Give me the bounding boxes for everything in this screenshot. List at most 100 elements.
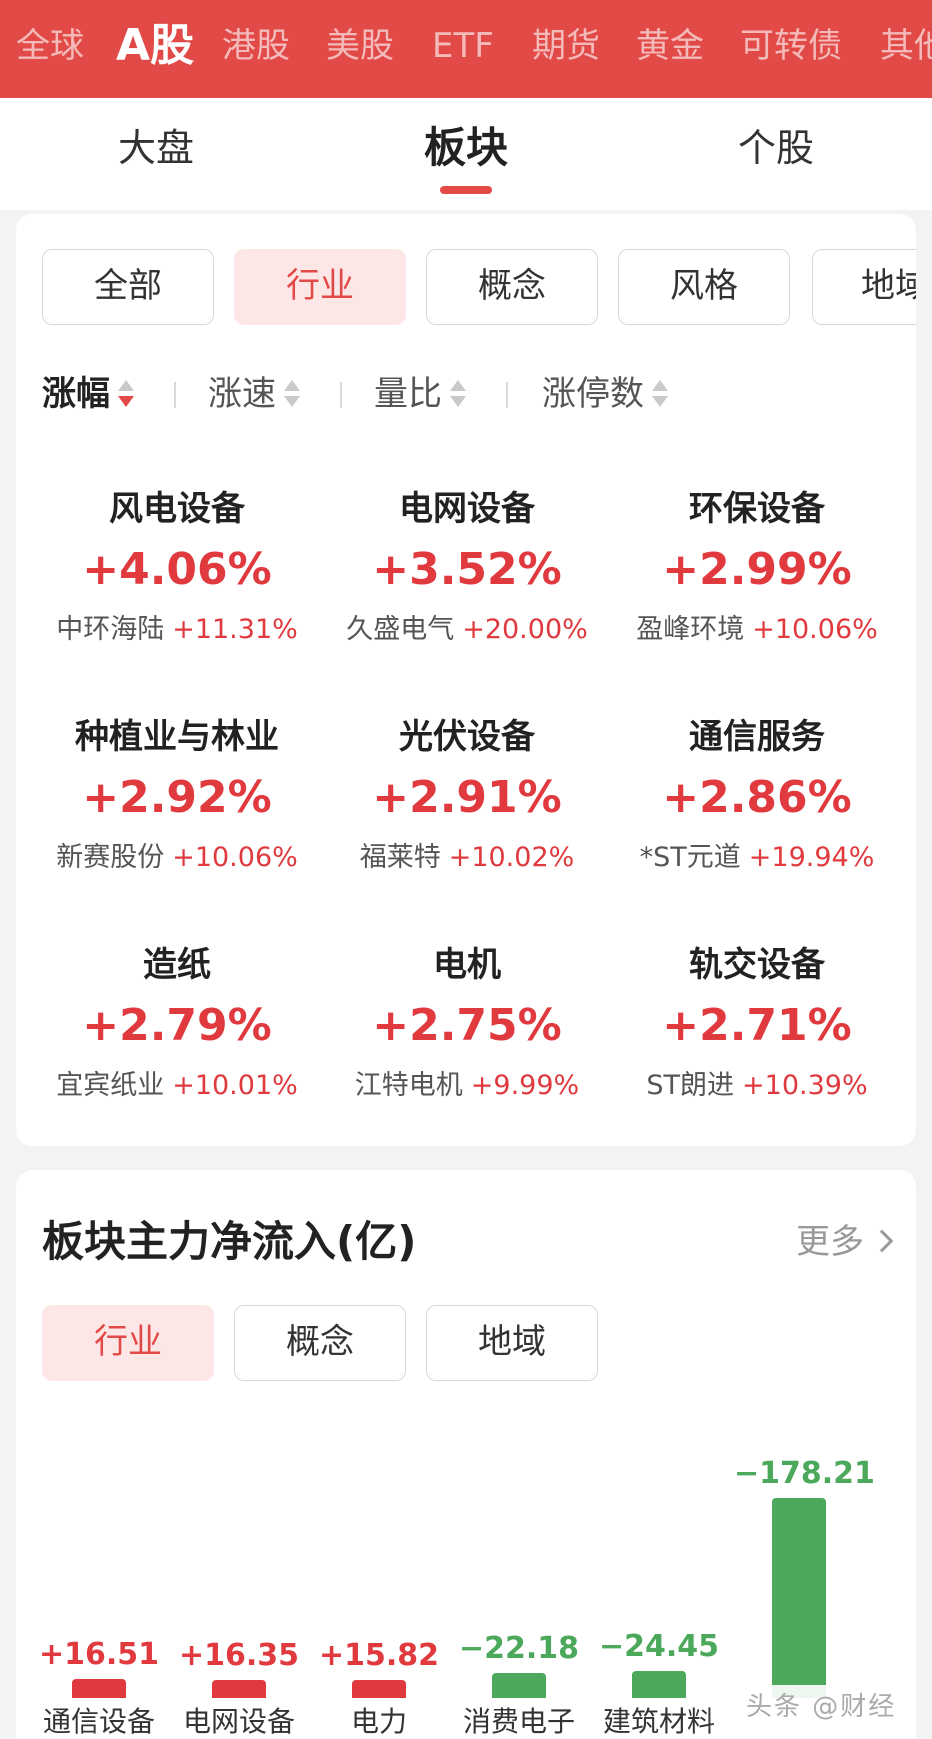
leader-change: +10.06% bbox=[752, 614, 878, 645]
tab-us-shares[interactable]: 美股 bbox=[326, 22, 394, 70]
tab-other[interactable]: 其他 bbox=[880, 22, 932, 70]
leader-name: 新赛股份 bbox=[56, 842, 165, 873]
flow-bar-label: 电网设备 bbox=[182, 1705, 295, 1738]
sector-change: +2.91% bbox=[372, 772, 562, 823]
tab-convertible-bonds[interactable]: 可转债 bbox=[740, 22, 842, 70]
sector-leader: 盈峰环境 +10.06% bbox=[612, 610, 902, 650]
sort-label: 涨幅 bbox=[42, 374, 110, 414]
flow-bar-label: 消费电子 bbox=[462, 1705, 575, 1738]
flow-bar bbox=[772, 1498, 826, 1698]
leader-name: 江特电机 bbox=[354, 1070, 463, 1101]
sort-label: 涨速 bbox=[208, 374, 276, 414]
sector-tile[interactable]: 环保设备 +2.99% 盈峰环境 +10.06% bbox=[612, 486, 902, 650]
sector-tile[interactable]: 种植业与林业 +2.92% 新赛股份 +10.06% bbox=[32, 714, 322, 878]
flow-bar-column[interactable]: +16.35 电网设备 bbox=[174, 1400, 304, 1739]
leader-name: 盈峰环境 bbox=[636, 614, 745, 645]
sector-leader: 新赛股份 +10.06% bbox=[32, 838, 322, 878]
flow-bar-column[interactable]: +15.82 电力 bbox=[314, 1400, 444, 1739]
tab-sectors[interactable]: 板块 bbox=[366, 122, 566, 174]
filter-region[interactable]: 地域 bbox=[812, 249, 916, 325]
flow-bar bbox=[212, 1679, 266, 1698]
sector-leader: 久盛电气 +20.00% bbox=[322, 610, 612, 650]
sector-change: +2.75% bbox=[372, 1000, 562, 1051]
flow-bar bbox=[72, 1679, 126, 1698]
tab-gold[interactable]: 黄金 bbox=[636, 22, 704, 70]
flow-filter-region[interactable]: 地域 bbox=[426, 1305, 598, 1381]
sort-by-change[interactable]: 涨幅 bbox=[42, 364, 134, 424]
tab-global[interactable]: 全球 bbox=[16, 22, 84, 70]
watermark: 头条 @财经 bbox=[706, 1685, 916, 1729]
sector-name: 轨交设备 bbox=[689, 945, 825, 985]
sector-change: +4.06% bbox=[82, 544, 272, 595]
tab-a-shares[interactable]: A股 bbox=[116, 18, 194, 74]
sector-name: 环保设备 bbox=[689, 489, 825, 529]
leader-change: +10.06% bbox=[172, 842, 298, 873]
flow-bar-value: −24.45 bbox=[598, 1628, 720, 1664]
flow-bar-column[interactable]: −24.45 建筑材料 bbox=[594, 1400, 724, 1739]
leader-change: +19.94% bbox=[748, 842, 875, 873]
sector-leader: 福莱特 +10.02% bbox=[322, 838, 612, 878]
flow-bar-label: 通信设备 bbox=[42, 1705, 155, 1738]
sector-change: +2.79% bbox=[82, 1000, 272, 1051]
filter-industry[interactable]: 行业 bbox=[234, 249, 406, 325]
leader-change: +10.01% bbox=[172, 1070, 298, 1101]
active-tab-indicator bbox=[440, 186, 492, 194]
flow-bar bbox=[352, 1680, 406, 1698]
sector-change: +2.71% bbox=[662, 1000, 852, 1051]
sector-name: 光伏设备 bbox=[399, 717, 535, 757]
filter-concept[interactable]: 概念 bbox=[426, 249, 598, 325]
tab-stocks[interactable]: 个股 bbox=[676, 122, 876, 174]
sector-tile[interactable]: 造纸 +2.79% 宜宾纸业 +10.01% bbox=[32, 942, 322, 1106]
flow-filter-concept[interactable]: 概念 bbox=[234, 1305, 406, 1381]
flow-bar-column[interactable]: +16.51 通信设备 bbox=[34, 1400, 164, 1739]
tab-etf[interactable]: ETF bbox=[432, 22, 494, 70]
sort-label: 涨停数 bbox=[542, 374, 644, 414]
sub-tab-bar: 大盘 板块 个股 bbox=[0, 98, 932, 210]
divider bbox=[340, 382, 342, 408]
filter-all[interactable]: 全部 bbox=[42, 249, 214, 325]
flow-bar bbox=[632, 1670, 686, 1698]
leader-name: 中环海陆 bbox=[56, 614, 165, 645]
sort-icon bbox=[652, 379, 668, 412]
sector-tile[interactable]: 轨交设备 +2.71% ST朗进 +10.39% bbox=[612, 942, 902, 1106]
sort-bar: 涨幅 涨速 量比 涨停数 bbox=[16, 364, 916, 424]
chevron-right-icon bbox=[870, 1229, 894, 1252]
filter-style[interactable]: 风格 bbox=[618, 249, 790, 325]
tab-futures[interactable]: 期货 bbox=[532, 22, 600, 70]
flow-bar bbox=[492, 1673, 546, 1698]
sort-by-speed[interactable]: 涨速 bbox=[208, 364, 300, 424]
flow-bar-column[interactable]: −22.18 消费电子 bbox=[454, 1400, 584, 1739]
sector-tile[interactable]: 光伏设备 +2.91% 福莱特 +10.02% bbox=[322, 714, 612, 878]
sort-by-volume-ratio[interactable]: 量比 bbox=[374, 364, 466, 424]
sort-by-limit-up-count[interactable]: 涨停数 bbox=[542, 364, 668, 424]
flow-filter-industry[interactable]: 行业 bbox=[42, 1305, 214, 1381]
fund-flow-card: 板块主力净流入(亿) 更多 行业 概念 地域 +16.51 通信设备 +16.35 电… bbox=[16, 1170, 916, 1739]
fund-flow-title: 板块主力净流入(亿) bbox=[42, 1217, 417, 1266]
sector-name: 种植业与林业 bbox=[75, 717, 279, 757]
sector-leader: ST朗进 +10.39% bbox=[612, 1066, 902, 1106]
flow-bar-value: −178.21 bbox=[734, 1456, 875, 1491]
sector-change: +2.92% bbox=[82, 772, 272, 823]
sort-desc-icon bbox=[118, 379, 134, 412]
more-link[interactable]: 更多 bbox=[796, 1218, 894, 1266]
tab-hk-shares[interactable]: 港股 bbox=[222, 22, 290, 70]
sector-tile[interactable]: 通信服务 +2.86% *ST元道 +19.94% bbox=[612, 714, 902, 878]
tab-market-overview[interactable]: 大盘 bbox=[56, 122, 256, 174]
sector-change: +2.99% bbox=[662, 544, 852, 595]
leader-change: +10.39% bbox=[742, 1070, 868, 1101]
sector-name: 电机 bbox=[433, 945, 501, 985]
sector-leader: *ST元道 +19.94% bbox=[612, 838, 902, 878]
sector-leader: 江特电机 +9.99% bbox=[322, 1066, 612, 1106]
sort-icon bbox=[450, 379, 466, 412]
sector-tile[interactable]: 风电设备 +4.06% 中环海陆 +11.31% bbox=[32, 486, 322, 650]
sector-tile[interactable]: 电机 +2.75% 江特电机 +9.99% bbox=[322, 942, 612, 1106]
sector-name: 电网设备 bbox=[399, 489, 535, 529]
leader-name: 宜宾纸业 bbox=[56, 1070, 165, 1101]
divider bbox=[174, 382, 176, 408]
flow-bar-value: +16.35 bbox=[178, 1637, 300, 1673]
leader-change: +20.00% bbox=[462, 614, 588, 645]
leader-name: 福莱特 bbox=[359, 842, 441, 873]
leader-change: +10.02% bbox=[448, 842, 575, 873]
sector-tile[interactable]: 电网设备 +3.52% 久盛电气 +20.00% bbox=[322, 486, 612, 650]
sector-leader: 宜宾纸业 +10.01% bbox=[32, 1066, 322, 1106]
